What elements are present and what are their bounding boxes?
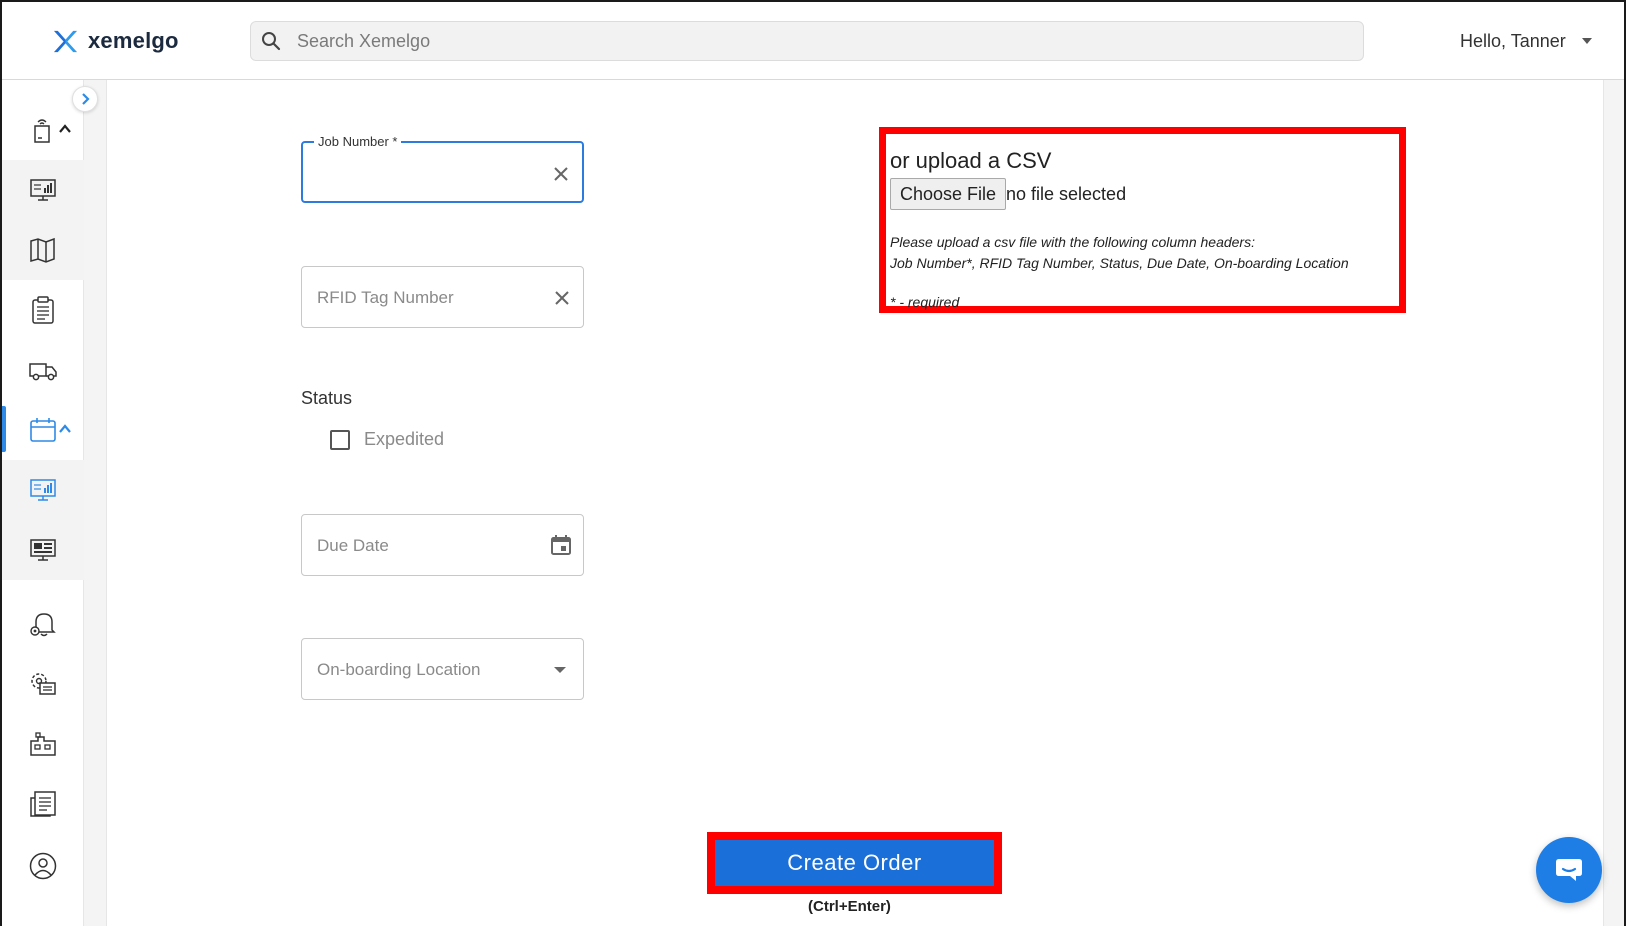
- map-icon: [30, 237, 55, 263]
- sidebar-toggle-button[interactable]: [72, 86, 98, 112]
- sidebar-item-rfid[interactable]: [2, 100, 84, 160]
- alert-bell-gear-icon: [30, 613, 56, 637]
- job-number-field[interactable]: Job Number *: [301, 134, 584, 203]
- report-list-icon: [30, 791, 56, 817]
- status-heading: Status: [301, 388, 353, 408]
- file-status-text: no file selected: [1006, 184, 1127, 204]
- monitor-widgets-icon: [30, 539, 56, 561]
- sidebar-item-alerts[interactable]: [2, 594, 84, 654]
- chevron-right-icon: [82, 93, 90, 105]
- user-profile-icon: [29, 852, 57, 880]
- csv-help-text: Please upload a csv file with the follow…: [890, 232, 1349, 274]
- sidebar-item-facility[interactable]: [2, 714, 84, 774]
- due-date-placeholder: Due Date: [317, 536, 389, 555]
- user-menu[interactable]: Hello, Tanner: [1460, 28, 1592, 54]
- sidebar-item-profile[interactable]: [2, 836, 84, 896]
- sidebar-item-dashboard[interactable]: [2, 160, 84, 220]
- expedited-option[interactable]: Expedited: [330, 429, 444, 450]
- chevron-down-icon: [554, 667, 566, 673]
- csv-upload-section: or upload a CSV Choose File no file sele…: [879, 127, 1406, 313]
- content-gutter-right: [1604, 80, 1624, 926]
- expedited-label: Expedited: [364, 429, 445, 449]
- xemelgo-logo-icon: [53, 30, 78, 52]
- calendar-icon: [30, 418, 56, 442]
- delivery-truck-icon: [29, 363, 57, 381]
- close-icon[interactable]: [553, 289, 571, 307]
- csv-help-line2: Job Number*, RFID Tag Number, Status, Du…: [890, 255, 1349, 271]
- onboarding-location-placeholder: On-boarding Location: [317, 660, 481, 679]
- sidebar-item-shipping[interactable]: [2, 340, 84, 400]
- rfid-tag-placeholder: RFID Tag Number: [317, 288, 454, 307]
- search-icon: [262, 32, 281, 51]
- choose-file-button[interactable]: Choose File: [890, 178, 1007, 210]
- content-gutter: [84, 80, 106, 926]
- sidebar-item-scheduling[interactable]: [2, 400, 84, 460]
- sidebar-item-schedule-board[interactable]: [2, 520, 84, 580]
- calendar-picker-icon[interactable]: [550, 534, 572, 556]
- top-header: xemelgo Hello, Tanner: [2, 2, 1624, 80]
- rfid-tag-field[interactable]: RFID Tag Number: [301, 266, 584, 328]
- sidebar-item-orders-list[interactable]: [2, 280, 84, 340]
- csv-help-line1: Please upload a csv file with the follow…: [890, 234, 1255, 250]
- chat-support-button[interactable]: [1536, 837, 1602, 903]
- chat-bubble-icon: [1556, 859, 1582, 881]
- dashboard-monitor-icon: [30, 479, 56, 501]
- chevron-up-icon: [59, 424, 71, 433]
- expedited-checkbox[interactable]: [330, 429, 350, 450]
- brand-name: xemelgo: [88, 28, 179, 53]
- onboarding-location-select[interactable]: On-boarding Location: [301, 638, 584, 700]
- chevron-up-icon: [59, 124, 71, 133]
- keyboard-shortcut-hint: (Ctrl+Enter): [808, 898, 891, 915]
- sidebar-item-map[interactable]: [2, 220, 84, 280]
- brand-logo[interactable]: xemelgo: [52, 26, 179, 56]
- settings-card-icon: [31, 673, 56, 695]
- chevron-down-icon: [1581, 38, 1592, 44]
- due-date-field[interactable]: Due Date: [301, 514, 584, 576]
- create-order-highlight: Create Order: [707, 832, 1002, 894]
- sidebar: [2, 80, 84, 926]
- sidebar-item-settings[interactable]: [2, 654, 84, 714]
- dashboard-monitor-icon: [30, 179, 56, 201]
- create-order-button[interactable]: Create Order: [715, 840, 994, 886]
- search-input[interactable]: [297, 30, 1297, 52]
- sidebar-item-schedule-dashboard[interactable]: [2, 460, 84, 520]
- sidebar-item-reports[interactable]: [2, 774, 84, 834]
- rfid-device-icon: [34, 119, 50, 143]
- search-bar[interactable]: [250, 21, 1364, 61]
- csv-upload-title: or upload a CSV: [890, 148, 1052, 173]
- close-icon[interactable]: [552, 165, 570, 183]
- job-number-label: Job Number *: [314, 134, 402, 149]
- clipboard-list-icon: [32, 296, 54, 324]
- required-note: * - required: [890, 294, 960, 310]
- user-greeting: Hello, Tanner: [1460, 30, 1566, 51]
- factory-icon: [30, 732, 56, 756]
